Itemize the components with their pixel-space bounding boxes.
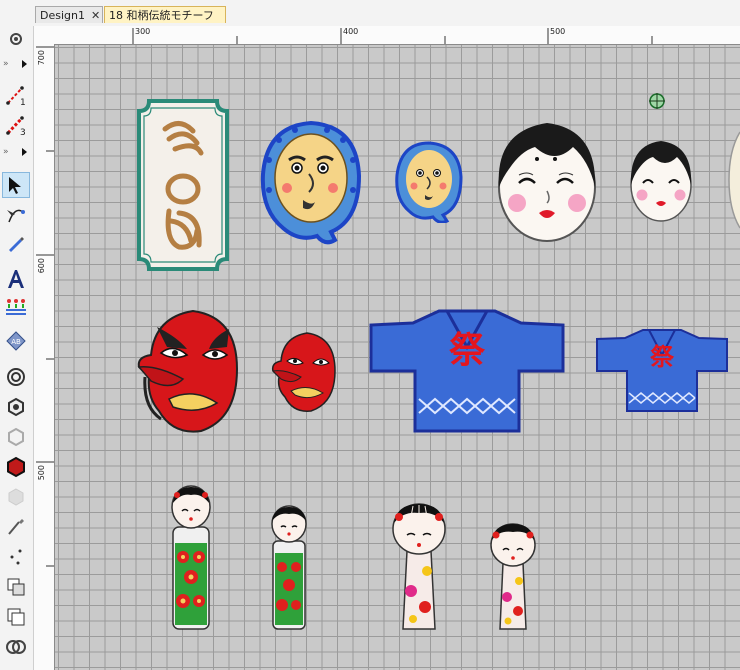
color-swatch-icon[interactable] bbox=[2, 574, 30, 600]
left-toolbar: » 1 3 » AB bbox=[0, 26, 34, 670]
ruler-label: 500 bbox=[37, 465, 46, 481]
hexagon-object-icon[interactable] bbox=[2, 394, 30, 420]
okame-mask-large[interactable] bbox=[495, 121, 599, 245]
hyottoko-mask-small[interactable] bbox=[395, 141, 463, 223]
hyottoko-mask-large[interactable] bbox=[259, 120, 363, 246]
pen-tool[interactable] bbox=[2, 230, 30, 256]
crosshair-icon[interactable] bbox=[648, 92, 666, 110]
appliqué-tool-icon[interactable]: AB bbox=[2, 328, 30, 354]
tab-label: Design1 bbox=[40, 9, 85, 22]
tab-label: 18 和柄伝統モチーフ bbox=[109, 9, 214, 22]
flyout-arrow-icon[interactable] bbox=[22, 148, 27, 156]
henohenomoheji-motif[interactable] bbox=[135, 99, 231, 273]
ruler-label: 400 bbox=[343, 27, 359, 36]
happi-coat-large[interactable]: 祭 bbox=[369, 307, 565, 435]
running-stitch-tool[interactable] bbox=[2, 82, 30, 108]
kokeshi-doll-1[interactable] bbox=[169, 485, 213, 631]
tool-number-label: 3 bbox=[20, 128, 26, 138]
expand-icon[interactable]: » bbox=[3, 147, 8, 157]
document-tab-bar: Design1 ✕ 18 和柄伝統モチーフ✕ bbox=[0, 0, 740, 39]
okame-mask-small[interactable] bbox=[629, 139, 693, 225]
reshape-tool[interactable] bbox=[2, 202, 30, 228]
partial-motif-edge[interactable] bbox=[727, 130, 740, 230]
horizontal-ruler: 300 400 500 bbox=[56, 26, 740, 45]
vertical-ruler: 700 600 500 bbox=[34, 44, 55, 670]
svg-text:AB: AB bbox=[11, 338, 21, 346]
circle-object-icon[interactable] bbox=[2, 364, 30, 390]
flyout-arrow-icon[interactable] bbox=[22, 60, 27, 68]
select-arrow-tool[interactable] bbox=[2, 172, 30, 198]
tab-18-wagara-motif[interactable]: 18 和柄伝統モチーフ✕ bbox=[104, 6, 226, 39]
layers-icon[interactable] bbox=[2, 604, 30, 630]
happi-kanji-small: 祭 bbox=[650, 343, 675, 371]
hoop-icon[interactable] bbox=[2, 634, 30, 660]
ruler-label: 500 bbox=[550, 27, 566, 36]
tab-design1[interactable]: Design1 ✕ bbox=[35, 6, 103, 23]
triple-stitch-tool[interactable] bbox=[2, 112, 30, 138]
tool-number-label: 1 bbox=[20, 98, 26, 108]
stitch-points-icon[interactable] bbox=[2, 544, 30, 570]
ruler-label: 300 bbox=[135, 27, 151, 36]
monogram-tool-icon[interactable] bbox=[2, 294, 30, 320]
scissors-tool-icon[interactable] bbox=[2, 514, 30, 540]
kokeshi-doll-2[interactable] bbox=[269, 505, 309, 631]
ruler-corner[interactable] bbox=[34, 26, 57, 45]
tengu-mask-small[interactable] bbox=[271, 331, 337, 415]
close-icon[interactable]: ✕ bbox=[91, 9, 100, 22]
expand-icon[interactable]: » bbox=[3, 59, 8, 69]
kokeshi-doll-4[interactable] bbox=[489, 523, 537, 633]
ruler-label: 600 bbox=[37, 258, 46, 274]
filled-hexagon-icon[interactable] bbox=[2, 454, 30, 480]
design-canvas[interactable]: 祭 祭 bbox=[55, 45, 740, 670]
happi-kanji: 祭 bbox=[449, 330, 486, 371]
disabled-shape-icon[interactable] bbox=[2, 484, 30, 510]
kokeshi-doll-3[interactable] bbox=[391, 503, 447, 633]
tengu-mask-large[interactable] bbox=[137, 307, 241, 437]
ruler-label: 700 bbox=[37, 50, 46, 66]
happi-coat-small[interactable]: 祭 bbox=[595, 327, 729, 415]
text-tool-icon[interactable] bbox=[2, 266, 30, 292]
pin-icon[interactable] bbox=[2, 26, 30, 52]
outline-shape-icon[interactable] bbox=[2, 424, 30, 450]
